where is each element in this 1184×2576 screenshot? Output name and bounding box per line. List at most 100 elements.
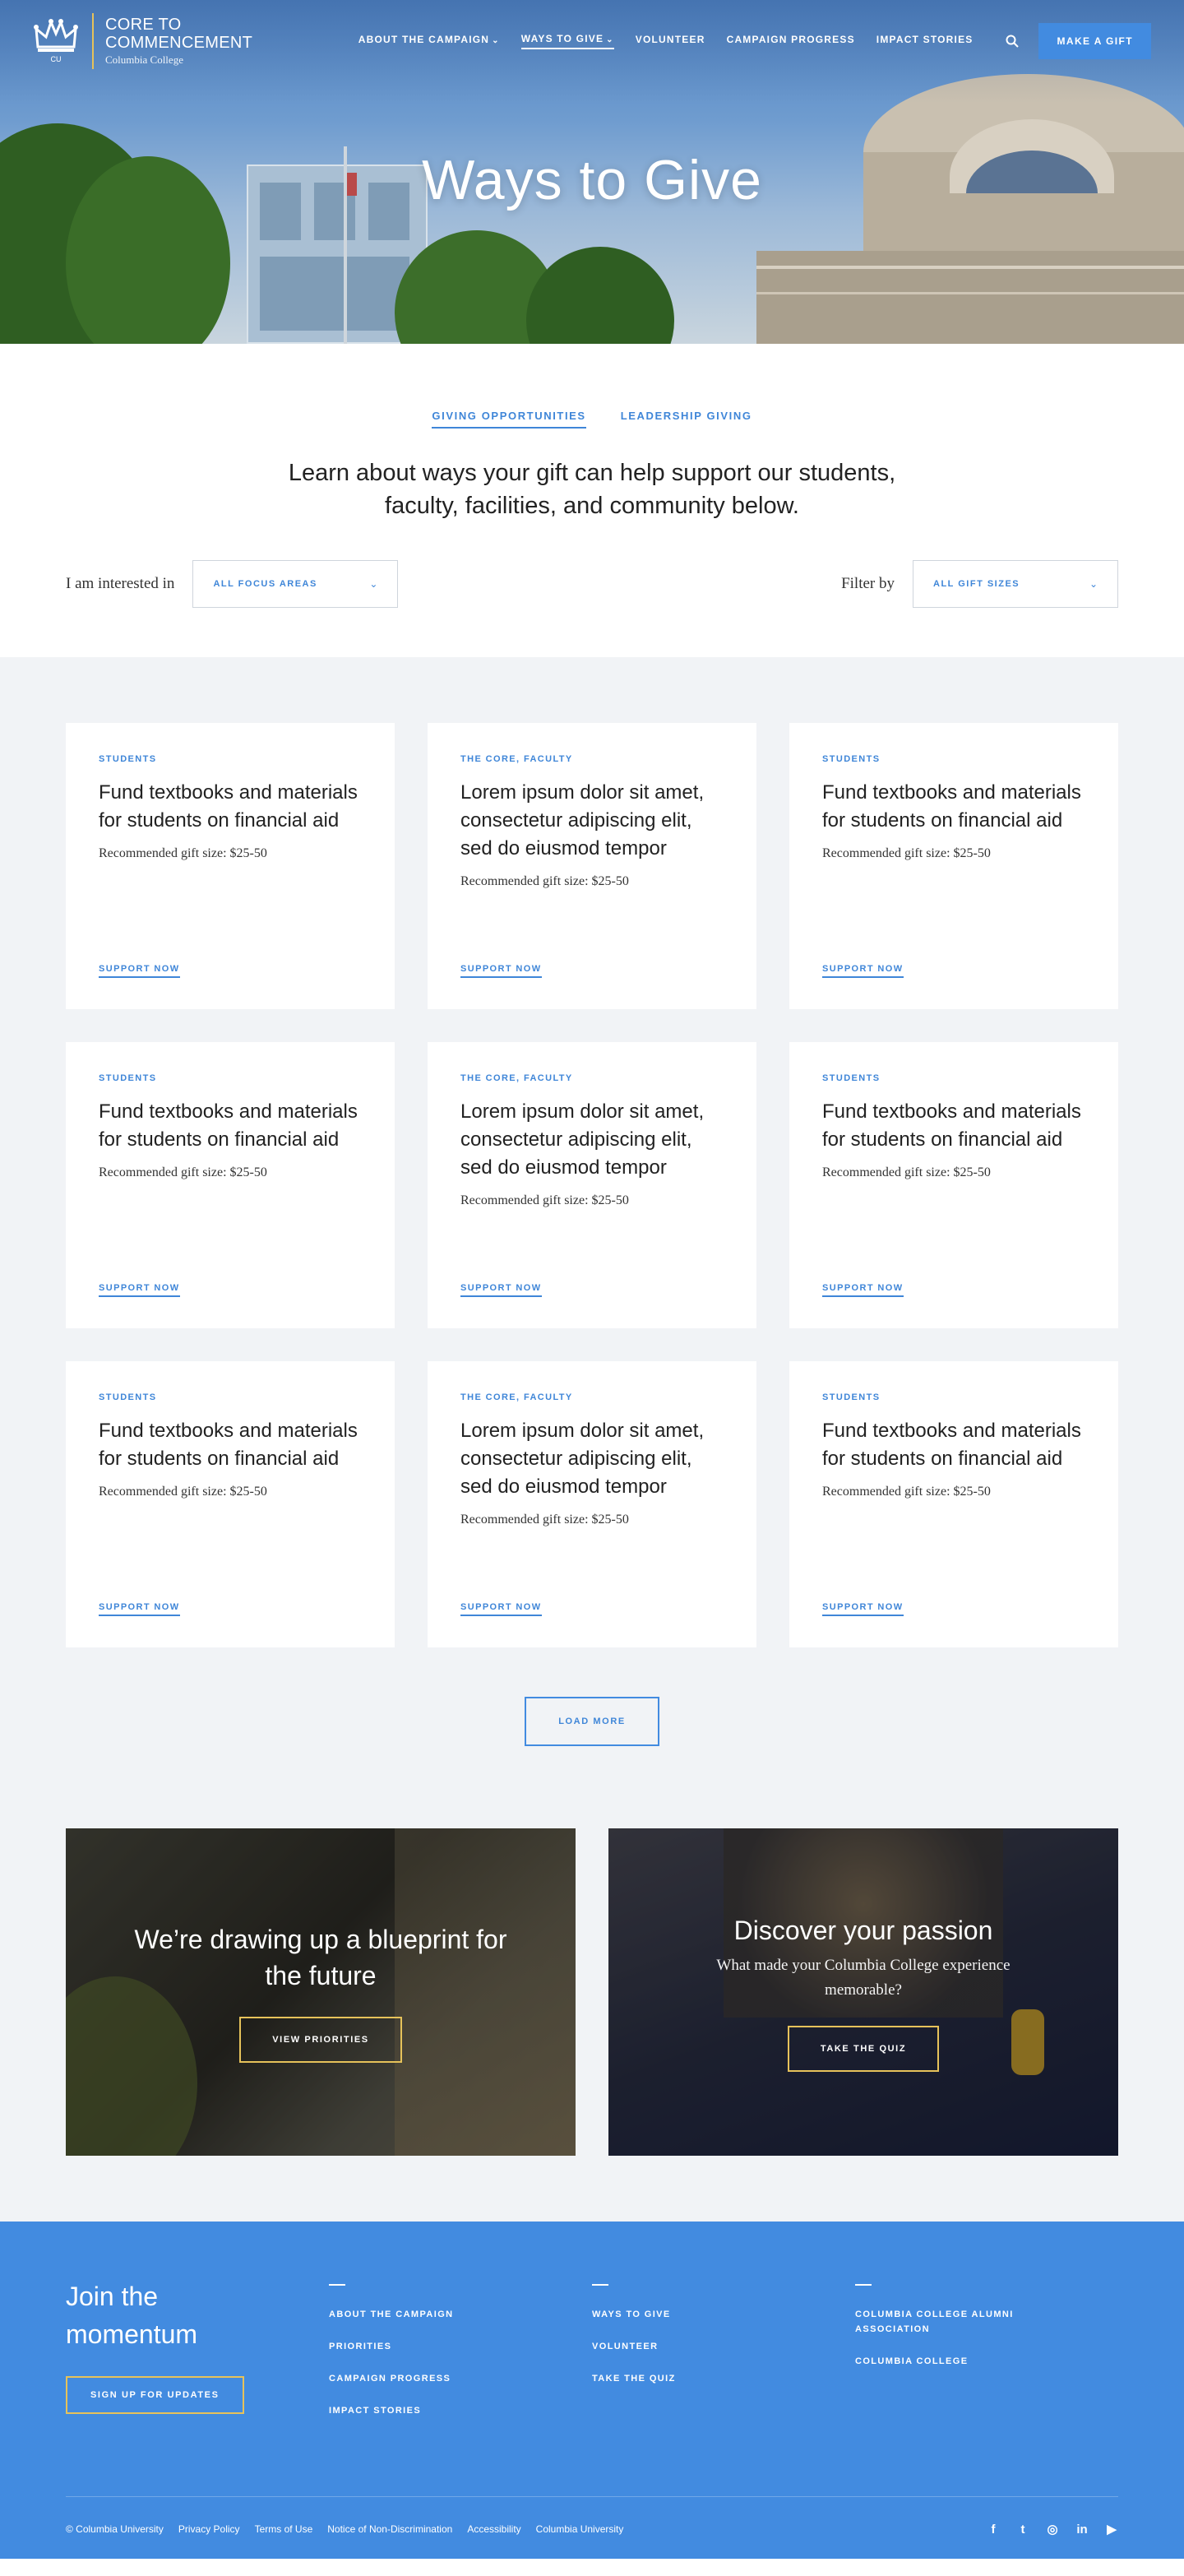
focus-area-select[interactable]: ALL FOCUS AREAS ⌄ — [192, 560, 399, 608]
card-category: STUDENTS — [99, 754, 157, 764]
twitter-icon[interactable]: t — [1016, 2523, 1029, 2537]
sign-up-button[interactable]: SIGN UP FOR UPDATES — [66, 2376, 244, 2414]
nav-about-the-campaign[interactable]: ABOUT THE CAMPAIGN ⌄ — [358, 34, 500, 49]
opportunity-card: STUDENTS Fund textbooks and materials for… — [789, 1361, 1118, 1647]
youtube-icon[interactable]: ▶ — [1105, 2522, 1118, 2537]
card-category: STUDENTS — [822, 1392, 881, 1402]
legal-link[interactable]: Privacy Policy — [178, 2523, 240, 2535]
logo-divider — [92, 13, 94, 69]
card-title: Fund textbooks and materials for student… — [822, 1420, 1081, 1470]
opportunity-card: THE CORE, FACULTY Lorem ipsum dolor sit a… — [428, 1361, 756, 1647]
site-footer: Join the momentum SIGN UP FOR UPDATES AB… — [0, 2222, 1184, 2559]
nav-ways-to-give[interactable]: WAYS TO GIVE ⌄ — [520, 33, 614, 49]
card-title: Lorem ipsum dolor sit amet, consectetur … — [460, 781, 705, 859]
top-nav: CU CORE TO COMMENCEMENT Columbia College… — [0, 0, 1184, 82]
footer-link[interactable]: WAYS TO GIVE — [592, 2307, 781, 2322]
card-title: Lorem ipsum dolor sit amet, consectetur … — [460, 1100, 705, 1179]
legal-link[interactable]: Columbia University — [536, 2523, 624, 2535]
card-gift-size: Recommended gift size: $25-50 — [99, 1165, 267, 1179]
footer-link[interactable]: TAKE THE QUIZ — [592, 2371, 781, 2386]
support-now-link[interactable]: SUPPORT NOW — [99, 1283, 180, 1297]
chevron-down-icon: ⌄ — [492, 36, 500, 45]
nav-volunteer[interactable]: VOLUNTEER — [636, 34, 705, 49]
chevron-down-icon: ⌄ — [369, 578, 378, 590]
filter-bar: I am interested in ALL FOCUS AREAS ⌄ Fil… — [66, 560, 1118, 608]
page-title: Ways to Give — [422, 149, 762, 211]
gift-size-value: ALL GIFT SIZES — [933, 579, 1020, 589]
make-a-gift-button[interactable]: MAKE A GIFT — [1038, 23, 1151, 59]
support-now-link[interactable]: SUPPORT NOW — [460, 1602, 542, 1616]
legal-link[interactable]: Accessibility — [467, 2523, 520, 2535]
tab-giving-opportunities[interactable]: GIVING OPPORTUNITIES — [432, 410, 586, 429]
legal-copyright: © Columbia University — [66, 2523, 164, 2535]
intro-section: GIVING OPPORTUNITIES LEADERSHIP GIVING L… — [0, 344, 1184, 657]
card-title: Fund textbooks and materials for student… — [822, 781, 1081, 832]
promo-subtitle: What made your Columbia College experien… — [716, 1957, 1011, 1999]
legal-links: © Columbia University Privacy Policy Ter… — [66, 2523, 623, 2535]
footer-link[interactable]: ABOUT THE CAMPAIGN — [329, 2307, 518, 2322]
linkedin-icon[interactable]: in — [1075, 2523, 1089, 2537]
priorities-promo: We’re drawing up a blueprint for the fut… — [66, 1828, 576, 2156]
site-logo[interactable]: CU CORE TO COMMENCEMENT Columbia College — [33, 13, 252, 69]
footer-link[interactable]: PRIORITIES — [329, 2339, 518, 2354]
card-category: STUDENTS — [99, 1392, 157, 1402]
card-gift-size: Recommended gift size: $25-50 — [99, 1485, 267, 1499]
promo-section: We’re drawing up a blueprint for the fut… — [0, 1812, 1184, 2222]
nav-campaign-progress[interactable]: CAMPAIGN PROGRESS — [727, 34, 855, 49]
card-title: Lorem ipsum dolor sit amet, consectetur … — [460, 1420, 705, 1498]
opportunities-section: STUDENTS Fund textbooks and materials for… — [0, 657, 1184, 1812]
opportunity-card: STUDENTS Fund textbooks and materials for… — [66, 1361, 395, 1647]
support-now-link[interactable]: SUPPORT NOW — [822, 1283, 904, 1297]
card-category: THE CORE, FACULTY — [460, 1392, 573, 1402]
opportunity-card: STUDENTS Fund textbooks and materials for… — [66, 1042, 395, 1328]
card-category: THE CORE, FACULTY — [460, 754, 573, 764]
card-gift-size: Recommended gift size: $25-50 — [460, 1193, 629, 1207]
card-gift-size: Recommended gift size: $25-50 — [99, 846, 267, 860]
card-gift-size: Recommended gift size: $25-50 — [822, 846, 991, 860]
take-the-quiz-button[interactable]: TAKE THE QUIZ — [787, 2026, 940, 2072]
footer-link[interactable]: COLUMBIA COLLEGE ALUMNI ASSOCIATION — [855, 2307, 1044, 2337]
instagram-icon[interactable]: ◎ — [1046, 2522, 1059, 2537]
card-title: Fund textbooks and materials for student… — [99, 781, 358, 832]
gift-size-select[interactable]: ALL GIFT SIZES ⌄ — [913, 560, 1118, 608]
footer-join-title: Join the momentum — [66, 2282, 198, 2349]
chevron-down-icon: ⌄ — [606, 35, 614, 44]
footer-link[interactable]: VOLUNTEER — [592, 2339, 781, 2354]
card-category: STUDENTS — [99, 1073, 157, 1083]
logo-line1: CORE TO — [105, 16, 182, 34]
footer-column-1: ABOUT THE CAMPAIGN PRIORITIES CAMPAIGN P… — [329, 2277, 592, 2435]
focus-filter-label: I am interested in — [66, 575, 175, 592]
card-category: STUDENTS — [822, 754, 881, 764]
intro-lead: Learn about ways your gift can help supp… — [288, 460, 896, 519]
card-title: Fund textbooks and materials for student… — [99, 1100, 358, 1151]
opportunity-card: THE CORE, FACULTY Lorem ipsum dolor sit a… — [428, 1042, 756, 1328]
nav-impact-stories[interactable]: IMPACT STORIES — [876, 34, 974, 49]
load-more-button[interactable]: LOAD MORE — [525, 1697, 659, 1746]
support-now-link[interactable]: SUPPORT NOW — [460, 1283, 542, 1297]
support-now-link[interactable]: SUPPORT NOW — [460, 964, 542, 978]
card-gift-size: Recommended gift size: $25-50 — [822, 1485, 991, 1499]
crown-logo-icon: CU — [34, 18, 78, 63]
legal-link[interactable]: Notice of Non-Discrimination — [327, 2523, 452, 2535]
facebook-icon[interactable]: f — [987, 2523, 1000, 2537]
view-priorities-button[interactable]: VIEW PRIORITIES — [239, 2017, 402, 2063]
support-now-link[interactable]: SUPPORT NOW — [822, 964, 904, 978]
quiz-promo: Discover your passion What made your Col… — [608, 1828, 1118, 2156]
footer-column-3: COLUMBIA COLLEGE ALUMNI ASSOCIATION COLU… — [855, 2277, 1118, 2435]
search-icon[interactable] — [1006, 35, 1020, 48]
support-now-link[interactable]: SUPPORT NOW — [99, 964, 180, 978]
card-title: Fund textbooks and materials for student… — [99, 1420, 358, 1470]
footer-link[interactable]: COLUMBIA COLLEGE — [855, 2354, 1044, 2369]
footer-link[interactable]: CAMPAIGN PROGRESS — [329, 2371, 518, 2386]
support-now-link[interactable]: SUPPORT NOW — [99, 1602, 180, 1616]
opportunity-grid: STUDENTS Fund textbooks and materials for… — [66, 723, 1118, 1647]
card-category: THE CORE, FACULTY — [460, 1073, 573, 1083]
footer-link[interactable]: IMPACT STORIES — [329, 2403, 518, 2418]
opportunity-card: STUDENTS Fund textbooks and materials for… — [789, 723, 1118, 1009]
support-now-link[interactable]: SUPPORT NOW — [822, 1602, 904, 1616]
legal-link[interactable]: Terms of Use — [255, 2523, 313, 2535]
footer-column-2: WAYS TO GIVE VOLUNTEER TAKE THE QUIZ — [592, 2277, 855, 2435]
tab-leadership-giving[interactable]: LEADERSHIP GIVING — [621, 410, 752, 429]
card-gift-size: Recommended gift size: $25-50 — [822, 1165, 991, 1179]
promo-title: Discover your passion — [733, 1916, 993, 1945]
